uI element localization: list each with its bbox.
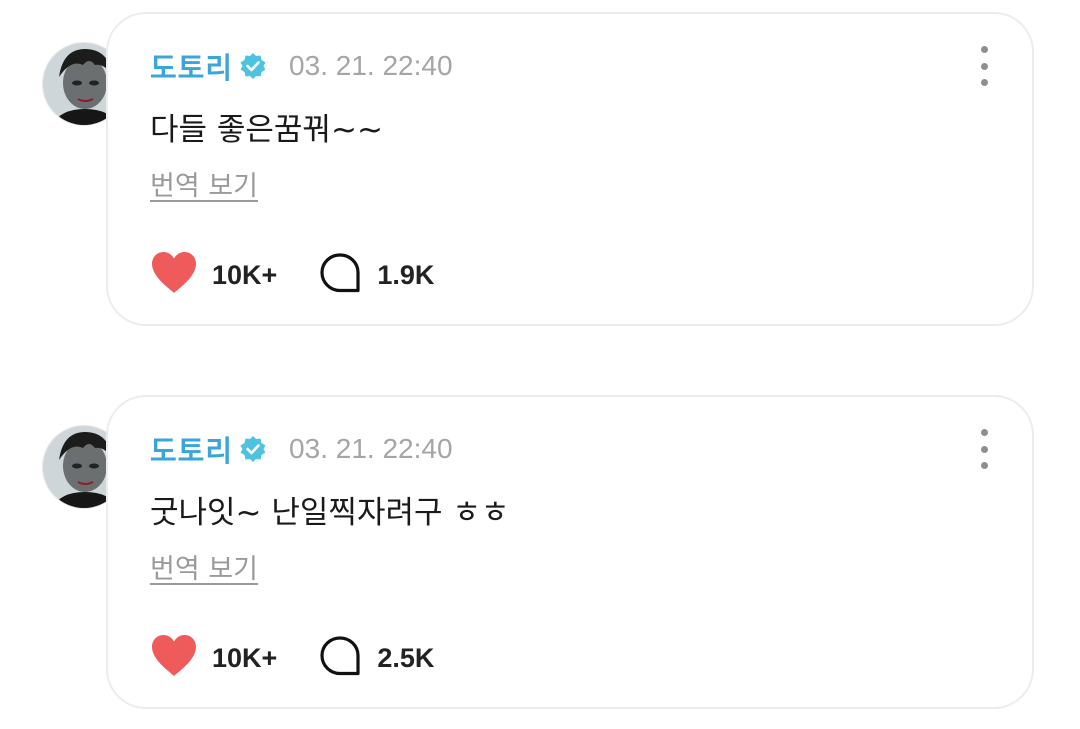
author-name[interactable]: 도토리 (150, 45, 233, 87)
comment-bubble-icon (319, 252, 361, 298)
post-card[interactable]: 도토리 03. 21. 22:40 굿나잇~ 난일찍자려구 ㅎㅎ 번역 보기 1… (106, 395, 1034, 709)
more-vertical-icon[interactable] (972, 46, 996, 86)
author-name[interactable]: 도토리 (150, 428, 233, 470)
post-content: 굿나잇~ 난일찍자려구 ㅎㅎ (150, 495, 510, 531)
comment-count: 1.9K (377, 259, 435, 290)
verified-badge-icon (239, 435, 267, 463)
comment-button[interactable]: 1.9K (319, 252, 434, 298)
comment-button[interactable]: 2.5K (319, 635, 434, 681)
comment-count: 2.5K (377, 642, 435, 673)
like-count: 10K+ (212, 259, 278, 290)
post-header: 도토리 03. 21. 22:40 (150, 429, 453, 469)
post-actions: 10K+ 2.5K (150, 633, 434, 683)
more-vertical-icon[interactable] (972, 429, 996, 469)
heart-icon (150, 251, 198, 299)
post-content: 다들 좋은꿈꿔~~ (150, 112, 383, 148)
post-timestamp: 03. 21. 22:40 (289, 433, 453, 464)
translate-link[interactable]: 번역 보기 (150, 547, 258, 586)
translate-link[interactable]: 번역 보기 (150, 164, 258, 203)
like-button[interactable]: 10K+ (150, 251, 277, 299)
comment-bubble-icon (319, 635, 361, 681)
heart-icon (150, 634, 198, 682)
post-timestamp: 03. 21. 22:40 (289, 50, 453, 81)
post-header: 도토리 03. 21. 22:40 (150, 46, 453, 86)
verified-badge-icon (239, 52, 267, 80)
post-actions: 10K+ 1.9K (150, 250, 434, 300)
like-count: 10K+ (212, 642, 278, 673)
post-card[interactable]: 도토리 03. 21. 22:40 다들 좋은꿈꿔~~ 번역 보기 10K+ 1… (106, 12, 1034, 326)
like-button[interactable]: 10K+ (150, 634, 277, 682)
